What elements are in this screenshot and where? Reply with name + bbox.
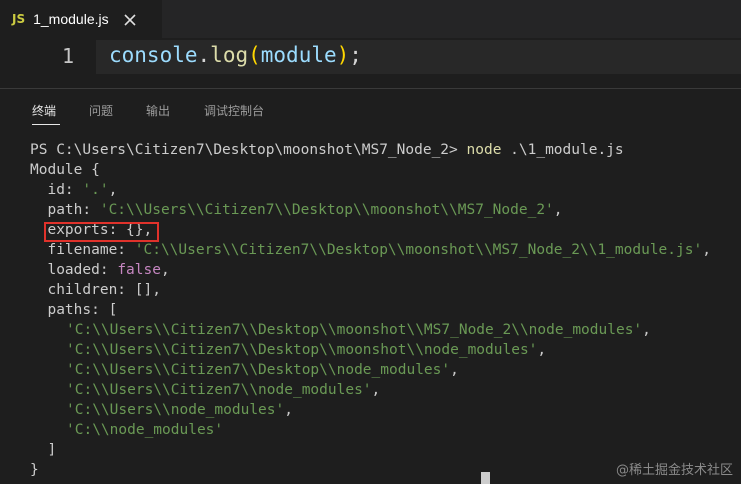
paths-item: 'C:\\node_modules' — [66, 420, 223, 440]
children-line: children: [], — [30, 282, 161, 298]
code-argument: module — [260, 43, 337, 67]
filename-key: filename: — [30, 242, 135, 258]
filename-value: 'C:\\Users\\Citizen7\\Desktop\\moonshot\… — [134, 242, 703, 258]
path-line: path: 'C:\\Users\\Citizen7\\Desktop\\moo… — [30, 202, 563, 218]
code-close-paren: ) — [336, 43, 350, 67]
id-key: id: — [30, 182, 83, 198]
terminal-prompt: PS C:\Users\Citizen7\Desktop\moonshot\MS… — [30, 142, 467, 158]
terminal-output[interactable]: PS C:\Users\Citizen7\Desktop\moonshot\MS… — [0, 135, 741, 484]
path-value: 'C:\\Users\\Citizen7\\Desktop\\moonshot\… — [99, 202, 554, 218]
close-icon[interactable] — [123, 12, 137, 26]
tab-1-module-js[interactable]: JS 1_module.js — [0, 0, 162, 38]
loaded-line: loaded: false, — [30, 262, 170, 278]
terminal-command-args: .\1_module.js — [501, 142, 624, 158]
terminal-command: node — [466, 142, 502, 158]
module-close: } — [30, 462, 39, 478]
paths-item-text: 'C:\\Users\\Citizen7\\Desktop\\moonshot\… — [66, 342, 538, 358]
loaded-key: loaded: — [30, 262, 118, 278]
paths-item: 'C:\\Users\\Citizen7\\Desktop\\moonshot\… — [66, 322, 651, 338]
paths-item-text: 'C:\\node_modules' — [66, 422, 224, 438]
tab-filename: 1_module.js — [33, 11, 109, 27]
active-tab-indicator — [32, 124, 60, 125]
filename-line: filename: 'C:\\Users\\Citizen7\\Desktop\… — [30, 242, 711, 258]
id-value: '.' — [82, 182, 109, 198]
path-key: path: — [30, 202, 100, 218]
paths-key-line: paths: [ — [30, 302, 118, 318]
paths-item: 'C:\\Users\\Citizen7\\node_modules', — [66, 382, 381, 398]
paths-item-text: 'C:\\Users\\Citizen7\\Desktop\\moonshot\… — [66, 322, 643, 338]
module-open: Module { — [30, 162, 100, 178]
loaded-value: false — [117, 262, 161, 278]
code-open-paren: ( — [248, 43, 261, 67]
editor-tab-bar: JS 1_module.js — [0, 0, 741, 38]
watermark: @稀土掘金技术社区 — [615, 463, 733, 478]
paths-close: ] — [30, 442, 57, 458]
paths-item-text: 'C:\\Users\\node_modules' — [66, 402, 285, 418]
terminal-command-line: PS C:\Users\Citizen7\Desktop\moonshot\MS… — [30, 140, 624, 160]
terminal-cursor — [481, 472, 490, 484]
paths-item-text: 'C:\\Users\\Citizen7\\node_modules' — [66, 382, 372, 398]
tab-problems[interactable]: 问题 — [89, 102, 113, 119]
tab-terminal[interactable]: 终端 — [32, 102, 56, 119]
paths-item: 'C:\\Users\\node_modules', — [66, 402, 293, 418]
javascript-file-icon: JS — [12, 12, 26, 26]
paths-item: 'C:\\Users\\Citizen7\\Desktop\\node_modu… — [66, 362, 459, 378]
panel-tabs: 终端 问题 输出 调试控制台 — [0, 89, 741, 129]
code-object: console — [109, 43, 198, 67]
exports-highlight-box — [44, 222, 159, 242]
code-method: log — [210, 43, 249, 67]
tab-output[interactable]: 输出 — [146, 102, 170, 119]
paths-item-text: 'C:\\Users\\Citizen7\\Desktop\\node_modu… — [66, 362, 451, 378]
bottom-panel: 终端 问题 输出 调试控制台 PS C:\Users\Citizen7\Desk… — [0, 88, 741, 484]
line-number: 1 — [62, 44, 75, 68]
code-editor[interactable]: 1 console.log(module); — [0, 38, 741, 88]
tab-debug-console[interactable]: 调试控制台 — [204, 102, 264, 119]
id-line: id: '.', — [30, 182, 118, 198]
code-semicolon: ; — [349, 43, 362, 67]
code-line-1[interactable]: console.log(module); — [109, 43, 362, 67]
code-dot: . — [197, 43, 211, 67]
paths-item: 'C:\\Users\\Citizen7\\Desktop\\moonshot\… — [66, 342, 547, 358]
